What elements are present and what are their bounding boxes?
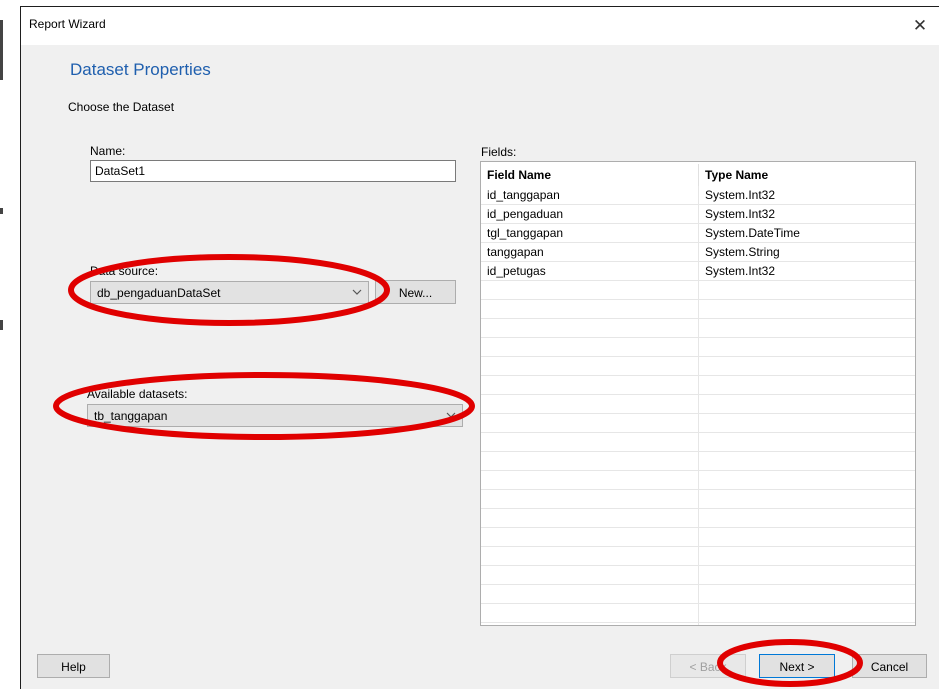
field-name-cell: id_pengaduan — [487, 207, 564, 221]
table-row[interactable]: id_pengaduan System.Int32 — [481, 205, 915, 224]
column-header-field-name[interactable]: Field Name — [481, 164, 698, 186]
window-title: Report Wizard — [29, 17, 106, 31]
data-source-value: db_pengaduanDataSet — [97, 286, 221, 300]
table-row[interactable] — [481, 547, 915, 566]
table-row[interactable] — [481, 471, 915, 490]
data-source-select[interactable]: db_pengaduanDataSet — [90, 281, 369, 304]
table-row[interactable] — [481, 528, 915, 547]
title-bar: Report Wizard ✕ — [21, 7, 939, 45]
table-row[interactable] — [481, 623, 915, 625]
data-source-label: Data source: — [90, 264, 159, 278]
close-icon[interactable]: ✕ — [907, 13, 933, 39]
table-row[interactable]: id_tanggapan System.Int32 — [481, 186, 915, 205]
table-row[interactable] — [481, 509, 915, 528]
help-button[interactable]: Help — [37, 654, 110, 678]
table-row[interactable] — [481, 452, 915, 471]
available-datasets-value: tb_tanggapan — [94, 409, 168, 423]
field-name-cell: tanggapan — [487, 245, 544, 259]
table-row[interactable] — [481, 300, 915, 319]
column-header-type-name[interactable]: Type Name — [699, 164, 915, 186]
new-data-source-button[interactable]: New... — [375, 280, 456, 304]
table-row[interactable]: tanggapan System.String — [481, 243, 915, 262]
table-row[interactable] — [481, 566, 915, 585]
table-row[interactable] — [481, 433, 915, 452]
table-row[interactable]: id_petugas System.Int32 — [481, 262, 915, 281]
report-wizard-dialog: Report Wizard ✕ Dataset Properties Choos… — [20, 6, 939, 689]
type-name-cell: System.Int32 — [705, 188, 776, 202]
name-field[interactable]: DataSet1 — [90, 160, 456, 182]
table-row[interactable] — [481, 281, 915, 300]
table-row[interactable] — [481, 376, 915, 395]
field-name-cell: id_petugas — [487, 264, 546, 278]
cancel-button[interactable]: Cancel — [852, 654, 927, 678]
table-row[interactable] — [481, 414, 915, 433]
table-row[interactable] — [481, 357, 915, 376]
available-datasets-label: Available datasets: — [87, 387, 188, 401]
back-button[interactable]: < Back — [670, 654, 746, 678]
edge-mark — [0, 208, 3, 214]
fields-label: Fields: — [481, 145, 517, 159]
table-row[interactable] — [481, 319, 915, 338]
type-name-cell: System.Int32 — [705, 207, 776, 221]
chevron-down-icon — [446, 412, 456, 418]
page-subheading: Choose the Dataset — [68, 100, 175, 114]
field-name-cell: tgl_tanggapan — [487, 226, 564, 240]
table-row[interactable] — [481, 395, 915, 414]
available-datasets-select[interactable]: tb_tanggapan — [87, 404, 463, 427]
table-row[interactable] — [481, 338, 915, 357]
table-row[interactable] — [481, 604, 915, 623]
table-row[interactable] — [481, 490, 915, 509]
page-heading: Dataset Properties — [70, 60, 211, 79]
edge-mark — [0, 20, 3, 80]
table-row[interactable]: tgl_tanggapan System.DateTime — [481, 224, 915, 243]
background-window-edge — [0, 0, 20, 689]
type-name-cell: System.DateTime — [705, 226, 800, 240]
chevron-down-icon — [352, 289, 362, 295]
next-button[interactable]: Next > — [759, 654, 835, 678]
type-name-cell: System.String — [705, 245, 780, 259]
type-name-cell: System.Int32 — [705, 264, 776, 278]
field-name-cell: id_tanggapan — [487, 188, 560, 202]
table-row[interactable] — [481, 585, 915, 604]
fields-table[interactable]: Field Name Type Name id_tanggapan System.… — [480, 161, 916, 626]
edge-mark — [0, 320, 3, 330]
name-label: Name: — [90, 144, 126, 158]
